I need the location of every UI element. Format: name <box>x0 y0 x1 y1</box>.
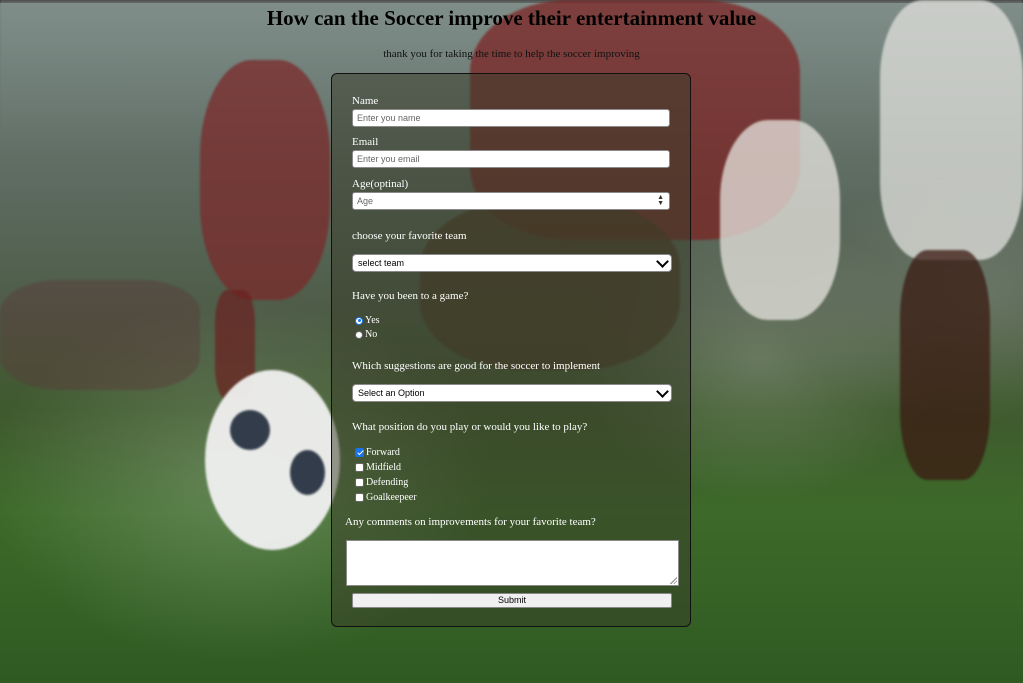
name-field[interactable]: Enter you name <box>352 109 670 127</box>
team-select[interactable]: select team <box>352 254 672 272</box>
position-defending[interactable]: Defending <box>355 477 408 488</box>
position-midfield-label: Midfield <box>366 462 401 473</box>
age-label: Age(optinal) <box>352 178 409 190</box>
page-title: How can the Soccer improve their enterta… <box>266 6 757 30</box>
page-subtitle: thank you for taking the time to help th… <box>383 48 640 60</box>
comments-label: Any comments on improvements for your fa… <box>345 516 596 528</box>
email-label: Email <box>352 136 379 148</box>
name-placeholder: Enter you name <box>357 113 421 123</box>
checkbox-defending[interactable] <box>355 478 364 487</box>
game-option-yes[interactable]: Yes <box>355 315 380 326</box>
checkbox-goalkeeper[interactable] <box>355 493 364 502</box>
submit-button[interactable]: Submit <box>352 593 672 608</box>
survey-form: Name Enter you name Email Enter you emai… <box>331 73 691 627</box>
chevron-down-icon <box>656 385 669 398</box>
game-option-no-label: No <box>365 329 378 340</box>
suggestions-label: Which suggestions are good for the socce… <box>352 360 601 372</box>
suggestions-select[interactable]: Select an Option <box>352 384 672 402</box>
game-question: Have you been to a game? <box>352 290 469 302</box>
resize-handle-icon[interactable] <box>670 577 677 584</box>
position-forward-label: Forward <box>366 447 400 458</box>
game-option-no[interactable]: No <box>355 329 377 340</box>
position-defending-label: Defending <box>366 477 409 488</box>
age-field[interactable]: Age ▲ ▼ <box>352 192 670 210</box>
checkbox-midfield[interactable] <box>355 463 364 472</box>
radio-no[interactable] <box>355 330 363 339</box>
radio-yes[interactable] <box>355 316 363 325</box>
position-forward[interactable]: Forward <box>355 447 400 458</box>
position-goalkeeper-label: Goalkeepeer <box>366 492 417 503</box>
comments-textarea[interactable] <box>346 540 679 586</box>
game-option-yes-label: Yes <box>365 315 380 326</box>
chevron-down-icon <box>656 255 669 268</box>
team-label: choose your favorite team <box>352 230 467 242</box>
suggestions-selected-value: Select an Option <box>358 388 425 398</box>
window-top-border <box>0 0 1023 3</box>
spinner-arrows-icon[interactable]: ▲ ▼ <box>657 194 664 207</box>
checkmark-icon[interactable] <box>355 448 364 457</box>
name-label: Name <box>352 95 379 107</box>
position-midfield[interactable]: Midfield <box>355 462 401 473</box>
age-placeholder: Age <box>357 196 374 206</box>
team-selected-value: select team <box>358 258 405 268</box>
email-field[interactable]: Enter you email <box>352 150 670 168</box>
email-placeholder: Enter you email <box>357 154 420 164</box>
position-label: What position do you play or would you l… <box>352 421 588 433</box>
position-goalkeeper[interactable]: Goalkeepeer <box>355 492 417 503</box>
